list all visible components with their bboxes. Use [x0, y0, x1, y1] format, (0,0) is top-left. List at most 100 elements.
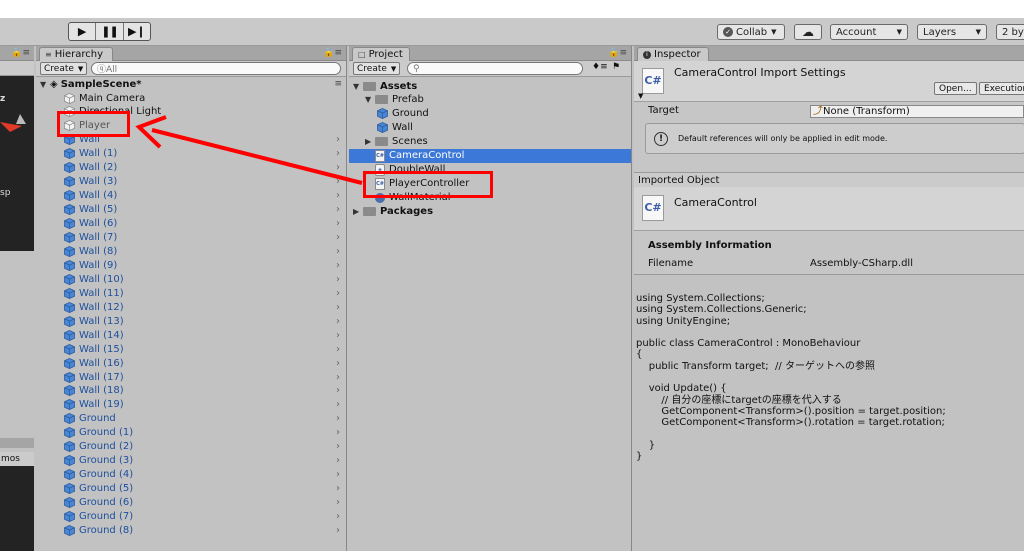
open-button[interactable]: Open... — [934, 82, 977, 95]
chevron-right-icon[interactable]: › — [336, 232, 340, 243]
hierarchy-item[interactable]: Wall (5) › — [36, 203, 346, 217]
play-button[interactable]: ▶ — [69, 23, 97, 40]
hierarchy-item[interactable]: Wall (8) › — [36, 244, 346, 258]
hierarchy-item[interactable]: Main Camera — [36, 91, 346, 105]
hierarchy-item[interactable]: Wall (6) › — [36, 217, 346, 231]
project-item[interactable]: ▼ Prefab — [349, 93, 631, 107]
hierarchy-item[interactable]: Ground (2) › — [36, 440, 346, 454]
hierarchy-item[interactable]: Wall (1) › — [36, 147, 346, 161]
hierarchy-item[interactable]: Wall (16) › — [36, 356, 346, 370]
chevron-right-icon[interactable]: › — [336, 260, 340, 271]
hierarchy-item[interactable]: Wall (19) › — [36, 398, 346, 412]
chevron-right-icon[interactable]: › — [336, 358, 340, 369]
lock-icon[interactable]: 🔒≡ — [323, 48, 342, 58]
gizmo-axis-icon[interactable] — [0, 114, 30, 136]
lock-icon[interactable]: 🔒≡ — [608, 48, 627, 58]
hierarchy-item[interactable]: Ground (3) › — [36, 454, 346, 468]
chevron-right-icon[interactable]: › — [336, 204, 340, 215]
chevron-right-icon[interactable]: › — [336, 288, 340, 299]
chevron-right-icon[interactable]: › — [336, 134, 340, 145]
chevron-right-icon[interactable]: › — [336, 274, 340, 285]
hierarchy-search-input[interactable]: ⓠAll — [91, 62, 341, 75]
fold-arrow-icon[interactable]: ▶ — [365, 137, 375, 146]
hierarchy-item[interactable]: Ground (1) › — [36, 426, 346, 440]
hierarchy-item[interactable]: Wall (9) › — [36, 258, 346, 272]
chevron-right-icon[interactable]: › — [336, 176, 340, 187]
chevron-right-icon[interactable]: › — [336, 525, 340, 536]
project-item[interactable]: C# CameraControl — [349, 148, 631, 163]
hierarchy-item[interactable]: Wall (10) › — [36, 272, 346, 286]
hierarchy-item[interactable]: Wall (3) › — [36, 175, 346, 189]
project-item[interactable]: ▶ Scenes — [349, 135, 631, 149]
chevron-right-icon[interactable]: › — [336, 399, 340, 410]
chevron-right-icon[interactable]: › — [336, 162, 340, 173]
hierarchy-item[interactable]: Wall (11) › — [36, 286, 346, 300]
chevron-right-icon[interactable]: › — [336, 497, 340, 508]
filter-by-label-icon[interactable]: ⚑ — [612, 62, 620, 72]
chevron-right-icon[interactable]: › — [336, 190, 340, 201]
hierarchy-item[interactable]: Wall (17) › — [36, 370, 346, 384]
chevron-right-icon[interactable]: › — [336, 413, 340, 424]
chevron-right-icon[interactable]: › — [336, 441, 340, 452]
fold-arrow-icon[interactable]: ▶ — [353, 207, 363, 216]
hierarchy-item[interactable]: Wall (18) › — [36, 384, 346, 398]
chevron-right-icon[interactable]: › — [336, 246, 340, 257]
chevron-right-icon[interactable]: › — [336, 302, 340, 313]
lock-icon[interactable]: 🔒≡ — [11, 48, 30, 58]
step-button[interactable]: ▶❙ — [124, 23, 150, 40]
project-item[interactable]: ▶ Packages — [349, 205, 631, 219]
fold-arrow-icon[interactable]: ▼ — [353, 82, 363, 91]
hierarchy-item[interactable]: Wall (2) › — [36, 161, 346, 175]
chevron-right-icon[interactable]: › — [336, 330, 340, 341]
hierarchy-item[interactable]: Ground (8) › — [36, 523, 346, 537]
layers-dropdown[interactable]: Layers ▼ — [917, 24, 987, 40]
hierarchy-item[interactable]: Ground (7) › — [36, 510, 346, 524]
game-viewport[interactable] — [0, 466, 34, 551]
scene-viewport[interactable]: z sp — [0, 76, 34, 251]
tab-hierarchy[interactable]: ≡ Hierarchy — [39, 47, 113, 61]
gizmos-button[interactable]: mos — [0, 452, 34, 466]
scene-menu-icon[interactable]: ≡ — [334, 79, 342, 89]
hierarchy-item[interactable]: Ground (4) › — [36, 468, 346, 482]
chevron-right-icon[interactable]: › — [336, 385, 340, 396]
project-item[interactable]: Ground — [349, 107, 631, 121]
chevron-right-icon[interactable]: › — [336, 469, 340, 480]
hierarchy-item[interactable]: Wall (13) › — [36, 314, 346, 328]
settings-dropdown-icon[interactable]: ▼ — [638, 92, 643, 100]
hierarchy-item[interactable]: Wall (7) › — [36, 231, 346, 245]
hierarchy-item[interactable]: Wall (4) › — [36, 189, 346, 203]
project-create-button[interactable]: Create ▼ — [353, 62, 401, 75]
tab-project[interactable]: □ Project — [352, 47, 410, 61]
project-search-input[interactable]: ⚲ — [407, 62, 583, 75]
hierarchy-item[interactable]: Ground (5) › — [36, 482, 346, 496]
chevron-right-icon[interactable]: › — [336, 511, 340, 522]
layout-dropdown[interactable]: 2 by — [996, 24, 1024, 40]
chevron-right-icon[interactable]: › — [336, 427, 340, 438]
collab-button[interactable]: ✓ Collab ▼ — [717, 24, 785, 40]
chevron-right-icon[interactable]: › — [336, 372, 340, 383]
hierarchy-item[interactable]: Ground › — [36, 412, 346, 426]
chevron-right-icon[interactable]: › — [336, 455, 340, 466]
account-dropdown[interactable]: Account ▼ — [830, 24, 908, 40]
hierarchy-item[interactable]: Ground (6) › — [36, 496, 346, 510]
execution-order-button[interactable]: Execution — [979, 82, 1024, 95]
fold-arrow-icon[interactable]: ▼ — [40, 80, 50, 89]
pause-button[interactable]: ❚❚ — [96, 23, 124, 40]
hierarchy-item[interactable]: Wall (14) › — [36, 328, 346, 342]
hierarchy-item[interactable]: Wall (15) › — [36, 342, 346, 356]
target-object-field[interactable]: ⤴None (Transform) — [810, 105, 1024, 118]
scene-root-row[interactable]: ▼ ◈ SampleScene* ≡ — [36, 77, 346, 91]
cloud-button[interactable]: ☁ — [794, 24, 822, 40]
chevron-right-icon[interactable]: › — [336, 483, 340, 494]
chevron-right-icon[interactable]: › — [336, 218, 340, 229]
fold-arrow-icon[interactable]: ▼ — [365, 95, 375, 104]
chevron-right-icon[interactable]: › — [336, 148, 340, 159]
project-item[interactable]: ▼ Assets — [349, 79, 631, 93]
hierarchy-create-button[interactable]: Create ▼ — [40, 62, 88, 75]
chevron-right-icon[interactable]: › — [336, 344, 340, 355]
tab-inspector[interactable]: i Inspector — [637, 47, 709, 61]
chevron-right-icon[interactable]: › — [336, 316, 340, 327]
filter-by-type-icon[interactable]: ♦≡ — [592, 62, 608, 72]
project-item[interactable]: Wall — [349, 121, 631, 135]
hierarchy-item[interactable]: Wall (12) › — [36, 300, 346, 314]
